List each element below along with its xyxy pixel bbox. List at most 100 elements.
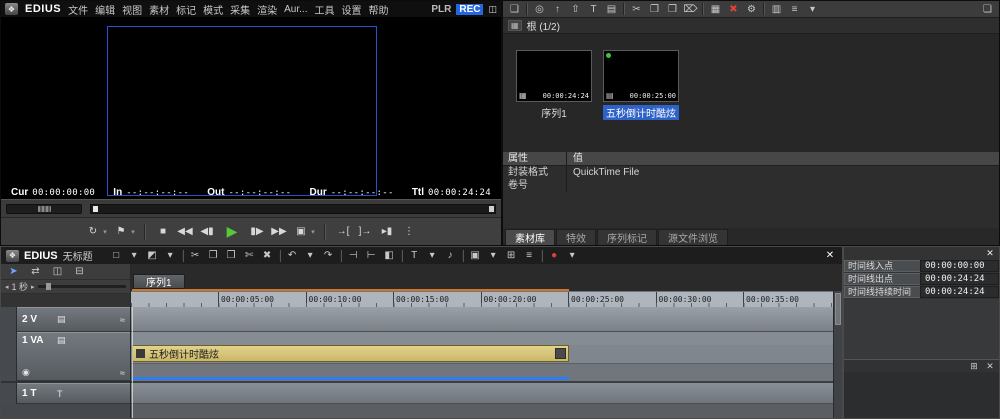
- menu-edit[interactable]: 编辑: [95, 2, 115, 17]
- loop-button[interactable]: ↻: [83, 222, 103, 242]
- timeline-vertical-scrollbar[interactable]: [833, 291, 842, 418]
- snap-icon[interactable]: ⊞: [503, 249, 520, 263]
- previous-frame-button[interactable]: ◀▮: [197, 222, 217, 242]
- sync-mode-icon[interactable]: ⇄: [27, 264, 44, 279]
- panel-close-icon[interactable]: ✕: [984, 360, 996, 372]
- delete-offline-icon[interactable]: ✖: [725, 2, 742, 17]
- input-preset-button[interactable]: ⚑: [111, 222, 131, 242]
- track-waveform-icon[interactable]: ≈: [120, 368, 125, 378]
- audio-mixer-icon[interactable]: ≡: [521, 249, 538, 263]
- menu-help[interactable]: 帮助: [368, 2, 388, 17]
- track-waveform-icon[interactable]: ≈: [120, 315, 125, 325]
- list-view-icon[interactable]: ≡: [786, 2, 803, 17]
- send-to-player-icon[interactable]: ▤: [603, 2, 620, 17]
- tab-effects[interactable]: 特效: [556, 229, 596, 245]
- add-title-dropdown[interactable]: ▾: [424, 249, 441, 263]
- track-lane-1va-audio[interactable]: [131, 377, 833, 381]
- next-frame-button[interactable]: ▮▶: [247, 222, 267, 242]
- monitor-layout-icon[interactable]: ◫: [488, 4, 497, 15]
- paste-icon[interactable]: ❒: [664, 2, 681, 17]
- add-title-icon[interactable]: T: [585, 2, 602, 17]
- position-slider[interactable]: [90, 204, 496, 214]
- preview-monitor-icon[interactable]: ▣: [467, 249, 484, 263]
- title-track-icon[interactable]: T: [57, 389, 63, 399]
- menu-file[interactable]: 文件: [68, 2, 88, 17]
- track-patch-cell[interactable]: [1, 332, 17, 381]
- track-panel-icon[interactable]: ▤: [57, 314, 66, 325]
- track-panel-icon[interactable]: ▤: [57, 335, 66, 346]
- timecode-ruler[interactable]: 00:00:05:00 00:00:10:00 00:00:15:00 00:0…: [131, 291, 833, 307]
- zoom-level-label[interactable]: 1 秒: [12, 280, 29, 293]
- clip-name-selected[interactable]: 五秒倒计时酷炫: [603, 105, 679, 120]
- cut-icon[interactable]: ✂: [628, 2, 645, 17]
- redo-icon[interactable]: ↷: [320, 249, 337, 263]
- add-transition-icon[interactable]: ◧: [381, 249, 398, 263]
- table-row[interactable]: 封装格式 QuickTime File: [503, 166, 999, 179]
- ripple-cut-icon[interactable]: ✄: [241, 249, 258, 263]
- voiceover-icon[interactable]: ♪: [442, 249, 459, 263]
- move-up-icon[interactable]: ↑: [549, 2, 566, 17]
- track-name[interactable]: 2 V: [22, 314, 52, 325]
- menu-view[interactable]: 视图: [122, 2, 142, 17]
- track-patch-cell[interactable]: [1, 307, 17, 332]
- properties-icon[interactable]: ▦: [707, 2, 724, 17]
- export-dropdown[interactable]: ▾: [564, 249, 581, 263]
- track-visibility-icon[interactable]: ◉: [22, 367, 30, 378]
- folder-up-icon[interactable]: ⇧: [567, 2, 584, 17]
- bin-item-clip[interactable]: ▤ 00:00:25:00 五秒倒计时酷炫: [602, 50, 680, 120]
- player-mode-button[interactable]: PLR: [431, 4, 451, 15]
- track-header-main[interactable]: 2 V ▤ ≈: [17, 307, 130, 332]
- track-header-main[interactable]: 1 T T: [17, 383, 130, 404]
- folder-path-label[interactable]: 根 (1/2): [527, 18, 560, 33]
- save-icon[interactable]: ◩: [144, 249, 161, 263]
- insert-overwrite-icon[interactable]: ◫: [49, 264, 66, 279]
- more-button[interactable]: ⋮: [399, 222, 419, 242]
- track-name[interactable]: 1 T: [22, 388, 52, 399]
- zoom-in-icon[interactable]: ▸: [31, 283, 35, 291]
- track-lane-1va-video[interactable]: 五秒倒计时酷炫: [131, 345, 833, 363]
- settings-icon[interactable]: ⚙: [743, 2, 760, 17]
- copy-icon[interactable]: ❐: [205, 249, 222, 263]
- undo-dropdown[interactable]: ▾: [302, 249, 319, 263]
- dock-icon[interactable]: ❏: [979, 2, 996, 17]
- track-header-1t[interactable]: 1 T T: [1, 383, 130, 404]
- clip-thumbnail[interactable]: ▦ 00:00:24:24: [516, 50, 592, 102]
- sequence-tab[interactable]: 序列1: [133, 274, 185, 289]
- menu-settings[interactable]: 设置: [341, 2, 361, 17]
- preview-monitor-dropdown[interactable]: ▾: [485, 249, 502, 263]
- info-close-button[interactable]: ✕: [984, 248, 996, 259]
- view-dropdown[interactable]: ▾: [804, 2, 821, 17]
- timeline-close-button[interactable]: ✕: [823, 250, 837, 261]
- timeline-zoom-slider[interactable]: [38, 285, 126, 288]
- output-monitor-dropdown[interactable]: ▾: [309, 222, 317, 242]
- bin-content-area[interactable]: ▦ 00:00:24:24 序列1 ▤ 00:00:25:00 五秒倒计时酷炫: [503, 34, 999, 152]
- tab-sequence-marker[interactable]: 序列标记: [597, 229, 657, 245]
- table-row[interactable]: 卷号: [503, 179, 999, 192]
- shuttle-handle[interactable]: [38, 206, 51, 212]
- timeline-playhead[interactable]: [132, 307, 133, 418]
- track-header-2v[interactable]: 2 V ▤ ≈: [1, 307, 130, 332]
- loop-dropdown[interactable]: ▾: [101, 222, 109, 242]
- cut-icon[interactable]: ✂: [187, 249, 204, 263]
- pointer-mode-icon[interactable]: ➤: [5, 264, 22, 279]
- bin-item-sequence[interactable]: ▦ 00:00:24:24 序列1: [515, 50, 593, 120]
- track-header-1va[interactable]: 1 VA ▤ ◉ ≈: [1, 332, 130, 381]
- track-lanes[interactable]: 五秒倒计时酷炫: [131, 307, 833, 418]
- scrollbar-handle[interactable]: [835, 293, 841, 325]
- save-dropdown[interactable]: ▾: [162, 249, 179, 263]
- menu-tools[interactable]: 工具: [314, 2, 334, 17]
- output-monitor-button[interactable]: ▣: [291, 222, 311, 242]
- clip-name[interactable]: 序列1: [538, 105, 570, 120]
- zoom-slider-handle[interactable]: [46, 283, 51, 290]
- zoom-out-icon[interactable]: ◂: [5, 283, 9, 291]
- shuttle-slider[interactable]: [6, 204, 82, 214]
- new-sequence-dropdown[interactable]: ▾: [126, 249, 143, 263]
- menu-capture[interactable]: 采集: [230, 2, 250, 17]
- stop-button[interactable]: ■: [153, 222, 173, 242]
- paste-icon[interactable]: ❒: [223, 249, 240, 263]
- menu-marker[interactable]: 标记: [176, 2, 196, 17]
- menu-plugin[interactable]: Aur...: [284, 4, 307, 15]
- clip-thumbnail[interactable]: ▤ 00:00:25:00: [603, 50, 679, 102]
- track-lane-2v[interactable]: [131, 307, 833, 332]
- copy-icon[interactable]: ❐: [646, 2, 663, 17]
